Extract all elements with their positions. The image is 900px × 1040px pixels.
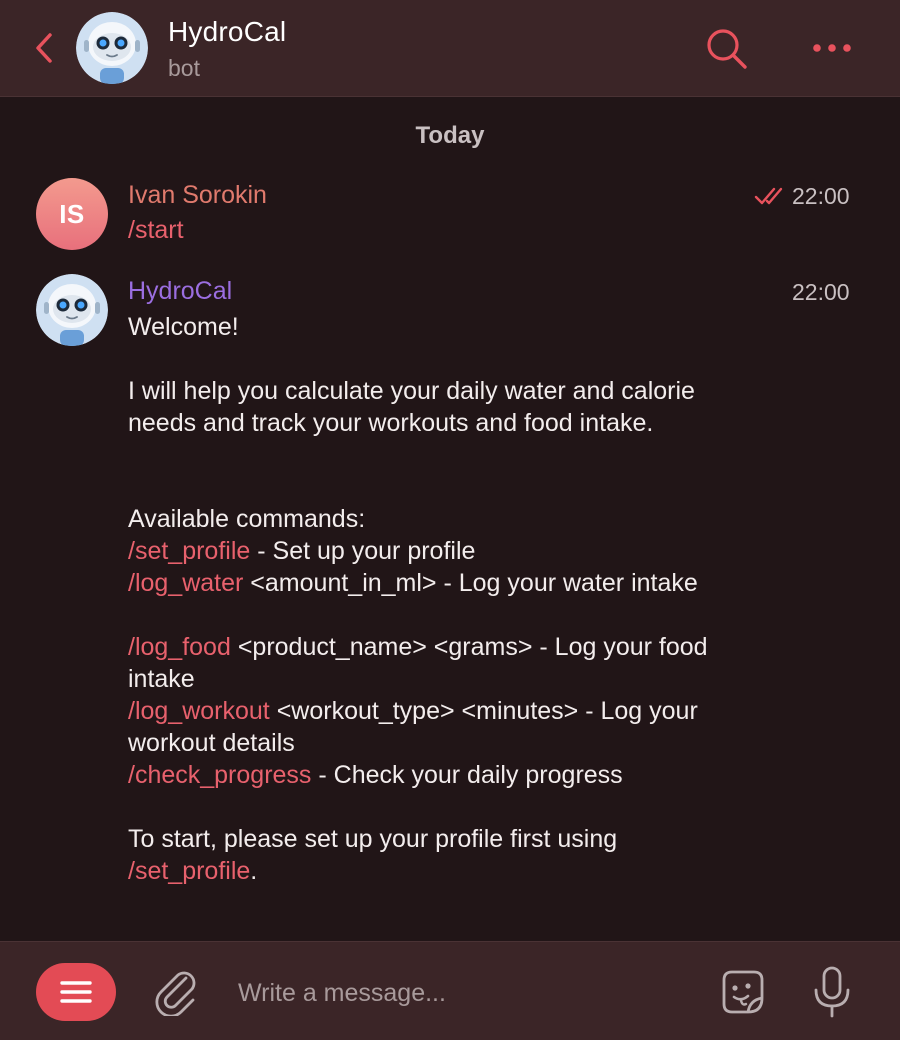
message-time: 22:00 (792, 183, 850, 209)
command-link-set-profile[interactable]: /set_profile (128, 857, 250, 885)
avatar-initials: IS (59, 198, 85, 229)
chevron-left-icon (36, 33, 52, 63)
double-check-icon (754, 187, 783, 205)
command-line: /log_food <product_name> <grams> - Log y… (128, 631, 728, 695)
outro-period: . (250, 857, 258, 885)
date-separator: Today (415, 122, 485, 149)
search-icon (707, 29, 747, 69)
microphone-icon (814, 966, 850, 1018)
command-line: /set_profile - Set up your profile (128, 535, 748, 567)
menu-icon (60, 981, 92, 1003)
command-description: - Check your daily progress (311, 761, 623, 789)
user-avatar[interactable]: IS (36, 178, 108, 250)
command-description: - Set up your profile (250, 537, 476, 565)
attach-button[interactable] (152, 964, 200, 1018)
chat-subtitle: bot (168, 55, 200, 81)
composer-bar (0, 941, 900, 1040)
command-line: /log_workout <workout_type> <minutes> - … (128, 695, 728, 759)
robot-icon (36, 274, 108, 346)
message-input[interactable] (236, 970, 680, 1016)
message-line: Available commands: (128, 505, 366, 533)
sender-name[interactable]: Ivan Sorokin (128, 181, 267, 210)
command-link-check-progress[interactable]: /check_progress (128, 761, 311, 789)
command-link-set-profile[interactable]: /set_profile (128, 537, 250, 565)
command-description: <amount_in_ml> - Log your water intake (243, 569, 698, 597)
more-dots-icon (813, 44, 851, 52)
message-time: 22:00 (792, 279, 850, 305)
sticker-icon (722, 970, 764, 1014)
chat-header: HydroCal bot (0, 0, 900, 97)
bot-menu-button[interactable] (36, 963, 116, 1021)
paperclip-icon (155, 971, 196, 1018)
back-button[interactable] (28, 28, 62, 68)
command-link-log-workout[interactable]: /log_workout (128, 697, 270, 725)
command-link-log-water[interactable]: /log_water (128, 569, 243, 597)
command-line: /log_water <amount_in_ml> - Log your wat… (128, 567, 708, 599)
command-link-log-food[interactable]: /log_food (128, 633, 231, 661)
command-link-start[interactable]: /start (128, 216, 184, 245)
more-button[interactable] (806, 30, 856, 66)
outro-text: To start, please set up your profile fir… (128, 825, 625, 853)
robot-icon (76, 12, 148, 84)
sender-name[interactable]: HydroCal (128, 277, 232, 306)
bot-avatar[interactable] (76, 12, 148, 84)
message-line: Welcome! (128, 313, 239, 341)
bot-message-avatar[interactable] (36, 274, 108, 346)
command-line: /check_progress - Check your daily progr… (128, 759, 748, 791)
sticker-button[interactable] (714, 964, 770, 1020)
voice-button[interactable] (810, 964, 854, 1020)
chat-title: HydroCal (168, 16, 287, 47)
message-paragraph: To start, please set up your profile fir… (128, 823, 708, 887)
message-paragraph: I will help you calculate your daily wat… (128, 377, 702, 437)
search-button[interactable] (704, 26, 750, 72)
